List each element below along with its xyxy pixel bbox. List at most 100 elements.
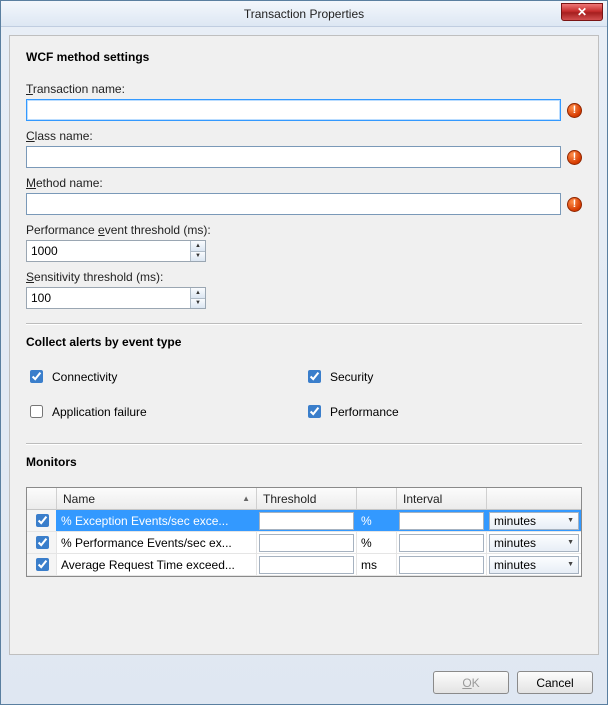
table-row[interactable]: % Performance Events/sec ex...▲▼%▲▼minut…	[27, 532, 581, 554]
interval-spinner[interactable]: ▲▼	[399, 512, 484, 530]
row-unit: ms	[357, 554, 397, 575]
security-text: Security	[330, 370, 373, 384]
row-threshold-cell: ▲▼	[257, 554, 357, 575]
wcf-heading: WCF method settings	[26, 50, 582, 64]
transaction-name-row: !	[26, 99, 582, 121]
performance-checkbox[interactable]	[308, 405, 321, 418]
method-name-input[interactable]	[26, 193, 561, 215]
class-name-label: Class name:	[26, 129, 582, 143]
alerts-row-1: Connectivity Security	[26, 367, 582, 386]
interval-unit-value: minutes	[494, 558, 536, 572]
alerts-heading: Collect alerts by event type	[26, 335, 582, 349]
connectivity-checkbox-label[interactable]: Connectivity	[26, 367, 304, 386]
row-checkbox[interactable]	[36, 536, 49, 549]
interval-unit-select[interactable]: minutes ▼	[489, 534, 579, 552]
class-name-input[interactable]	[26, 146, 561, 168]
spin-up-icon[interactable]: ▲	[191, 241, 205, 252]
threshold-input[interactable]	[260, 513, 357, 529]
interval-spinner[interactable]: ▲▼	[399, 534, 484, 552]
error-icon: !	[567, 103, 582, 118]
cancel-button[interactable]: Cancel	[517, 671, 593, 694]
row-threshold-cell: ▲▼	[257, 532, 357, 553]
appfailure-checkbox[interactable]	[30, 405, 43, 418]
row-interval-unit-cell: minutes ▼	[487, 510, 581, 531]
row-checkbox[interactable]	[36, 514, 49, 527]
perf-threshold-spinner[interactable]: ▲ ▼	[26, 240, 206, 262]
separator	[26, 443, 582, 445]
interval-unit-value: minutes	[494, 536, 536, 550]
security-checkbox[interactable]	[308, 370, 321, 383]
spin-down-icon[interactable]: ▼	[191, 252, 205, 262]
interval-input[interactable]	[400, 535, 487, 551]
monitors-table: Name ▲ Threshold Interval % Exception Ev…	[26, 487, 582, 577]
row-unit: %	[357, 532, 397, 553]
error-icon: !	[567, 197, 582, 212]
interval-unit-select[interactable]: minutes ▼	[489, 512, 579, 530]
security-checkbox-label[interactable]: Security	[304, 367, 582, 386]
row-interval-unit-cell: minutes ▼	[487, 554, 581, 575]
interval-unit-value: minutes	[494, 514, 536, 528]
interval-spinner[interactable]: ▲▼	[399, 556, 484, 574]
row-interval-cell: ▲▼	[397, 554, 487, 575]
dialog-content: WCF method settings Transaction name: ! …	[9, 35, 599, 655]
window-title: Transaction Properties	[244, 7, 364, 21]
row-checkbox-cell	[27, 554, 57, 575]
chevron-down-icon: ▼	[567, 517, 574, 524]
row-interval-cell: ▲▼	[397, 532, 487, 553]
col-head-unit[interactable]	[357, 488, 397, 509]
interval-input[interactable]	[400, 513, 487, 529]
separator	[26, 323, 582, 325]
row-interval-unit-cell: minutes ▼	[487, 532, 581, 553]
col-head-interval[interactable]: Interval	[397, 488, 487, 509]
appfailure-checkbox-label[interactable]: Application failure	[26, 402, 304, 421]
monitors-header: Name ▲ Threshold Interval	[27, 488, 581, 510]
sort-asc-icon: ▲	[242, 494, 250, 503]
connectivity-checkbox[interactable]	[30, 370, 43, 383]
connectivity-text: Connectivity	[52, 370, 117, 384]
ok-button[interactable]: OK	[433, 671, 509, 694]
spin-buttons: ▲ ▼	[190, 288, 205, 308]
col-head-name[interactable]: Name ▲	[57, 488, 257, 509]
close-icon: ✕	[577, 5, 587, 19]
performance-text: Performance	[330, 405, 399, 419]
row-unit: %	[357, 510, 397, 531]
threshold-input[interactable]	[260, 535, 357, 551]
table-row[interactable]: Average Request Time exceed...▲▼ms▲▼minu…	[27, 554, 581, 576]
interval-input[interactable]	[400, 557, 487, 573]
table-row[interactable]: % Exception Events/sec exce...▲▼%▲▼minut…	[27, 510, 581, 532]
sens-threshold-input[interactable]	[27, 288, 190, 308]
sens-threshold-label: Sensitivity threshold (ms):	[26, 270, 582, 284]
row-name: % Performance Events/sec ex...	[57, 532, 257, 553]
col-head-interval-unit[interactable]	[487, 488, 581, 509]
performance-checkbox-label[interactable]: Performance	[304, 402, 582, 421]
sens-threshold-spinner[interactable]: ▲ ▼	[26, 287, 206, 309]
error-icon: !	[567, 150, 582, 165]
row-checkbox[interactable]	[36, 558, 49, 571]
threshold-spinner[interactable]: ▲▼	[259, 512, 354, 530]
threshold-spinner[interactable]: ▲▼	[259, 534, 354, 552]
spin-down-icon[interactable]: ▼	[191, 299, 205, 309]
col-head-threshold[interactable]: Threshold	[257, 488, 357, 509]
threshold-input[interactable]	[260, 557, 357, 573]
row-name: % Exception Events/sec exce...	[57, 510, 257, 531]
interval-unit-select[interactable]: minutes ▼	[489, 556, 579, 574]
class-name-row: !	[26, 146, 582, 168]
row-checkbox-cell	[27, 510, 57, 531]
threshold-spinner[interactable]: ▲▼	[259, 556, 354, 574]
transaction-name-label: Transaction name:	[26, 82, 582, 96]
monitors-heading: Monitors	[26, 455, 582, 469]
row-checkbox-cell	[27, 532, 57, 553]
alerts-row-2: Application failure Performance	[26, 402, 582, 421]
col-head-checkbox[interactable]	[27, 488, 57, 509]
perf-threshold-label: Performance event threshold (ms):	[26, 223, 582, 237]
chevron-down-icon: ▼	[567, 561, 574, 568]
perf-threshold-input[interactable]	[27, 241, 190, 261]
row-interval-cell: ▲▼	[397, 510, 487, 531]
method-name-label: Method name:	[26, 176, 582, 190]
transaction-name-input[interactable]	[26, 99, 561, 121]
dialog-buttons: OK Cancel	[1, 663, 607, 704]
close-button[interactable]: ✕	[561, 3, 603, 21]
spin-up-icon[interactable]: ▲	[191, 288, 205, 299]
chevron-down-icon: ▼	[567, 539, 574, 546]
spin-buttons: ▲ ▼	[190, 241, 205, 261]
